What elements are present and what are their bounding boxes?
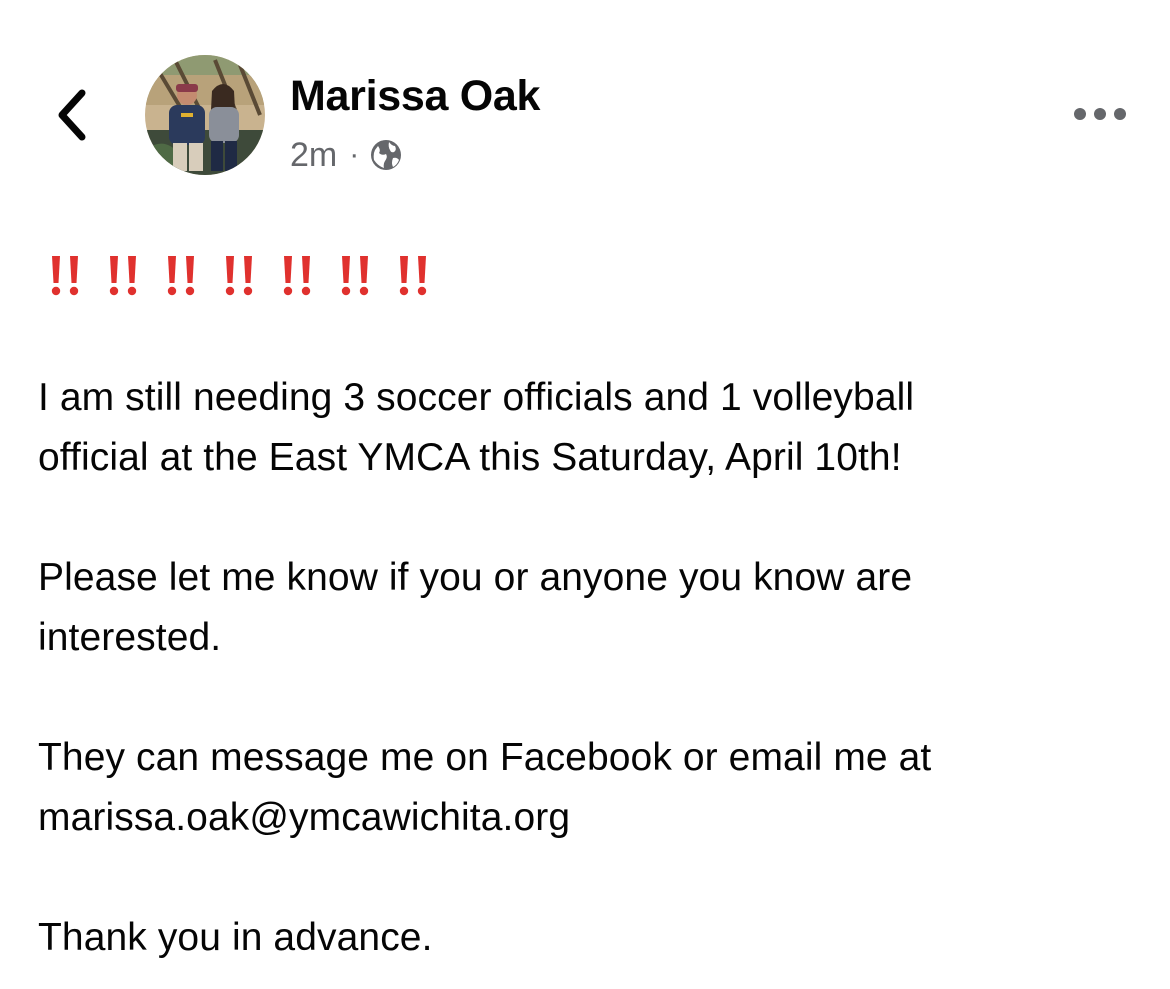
- meta-separator: ·: [349, 138, 360, 171]
- post-paragraph-1: I am still needing 3 soccer officials an…: [38, 376, 915, 479]
- post-paragraph-2: Please let me know if you or anyone you …: [38, 556, 913, 659]
- emoji-row: [42, 240, 1148, 310]
- author-name[interactable]: Marissa Oak: [290, 70, 540, 122]
- double-exclamation-mark-icon: [51, 256, 79, 296]
- double-exclamation-mark-icon: [283, 256, 311, 296]
- post-meta: 2m ·: [290, 133, 403, 177]
- double-exclamation-mark-icon: [341, 256, 369, 296]
- post-paragraph-4: Thank you in advance.: [38, 916, 433, 959]
- post-paragraph-3: They can message me on Facebook or email…: [38, 736, 932, 839]
- timestamp[interactable]: 2m: [290, 136, 337, 175]
- post-header: Marissa Oak 2m ·: [0, 0, 1170, 200]
- double-exclamation-mark-icon: [109, 256, 137, 296]
- avatar[interactable]: [145, 55, 265, 175]
- chevron-left-icon: [58, 89, 86, 141]
- more-horizontal-icon: [1074, 108, 1126, 120]
- double-exclamation-mark-icon: [399, 256, 427, 296]
- back-button[interactable]: [44, 80, 100, 150]
- more-options-button[interactable]: [1068, 94, 1132, 134]
- double-exclamation-mark-icon: [225, 256, 253, 296]
- double-exclamation-mark-icon: [167, 256, 195, 296]
- globe-icon[interactable]: [369, 138, 403, 172]
- post-body: I am still needing 3 soccer officials an…: [38, 240, 1148, 968]
- avatar-photo: [145, 55, 265, 175]
